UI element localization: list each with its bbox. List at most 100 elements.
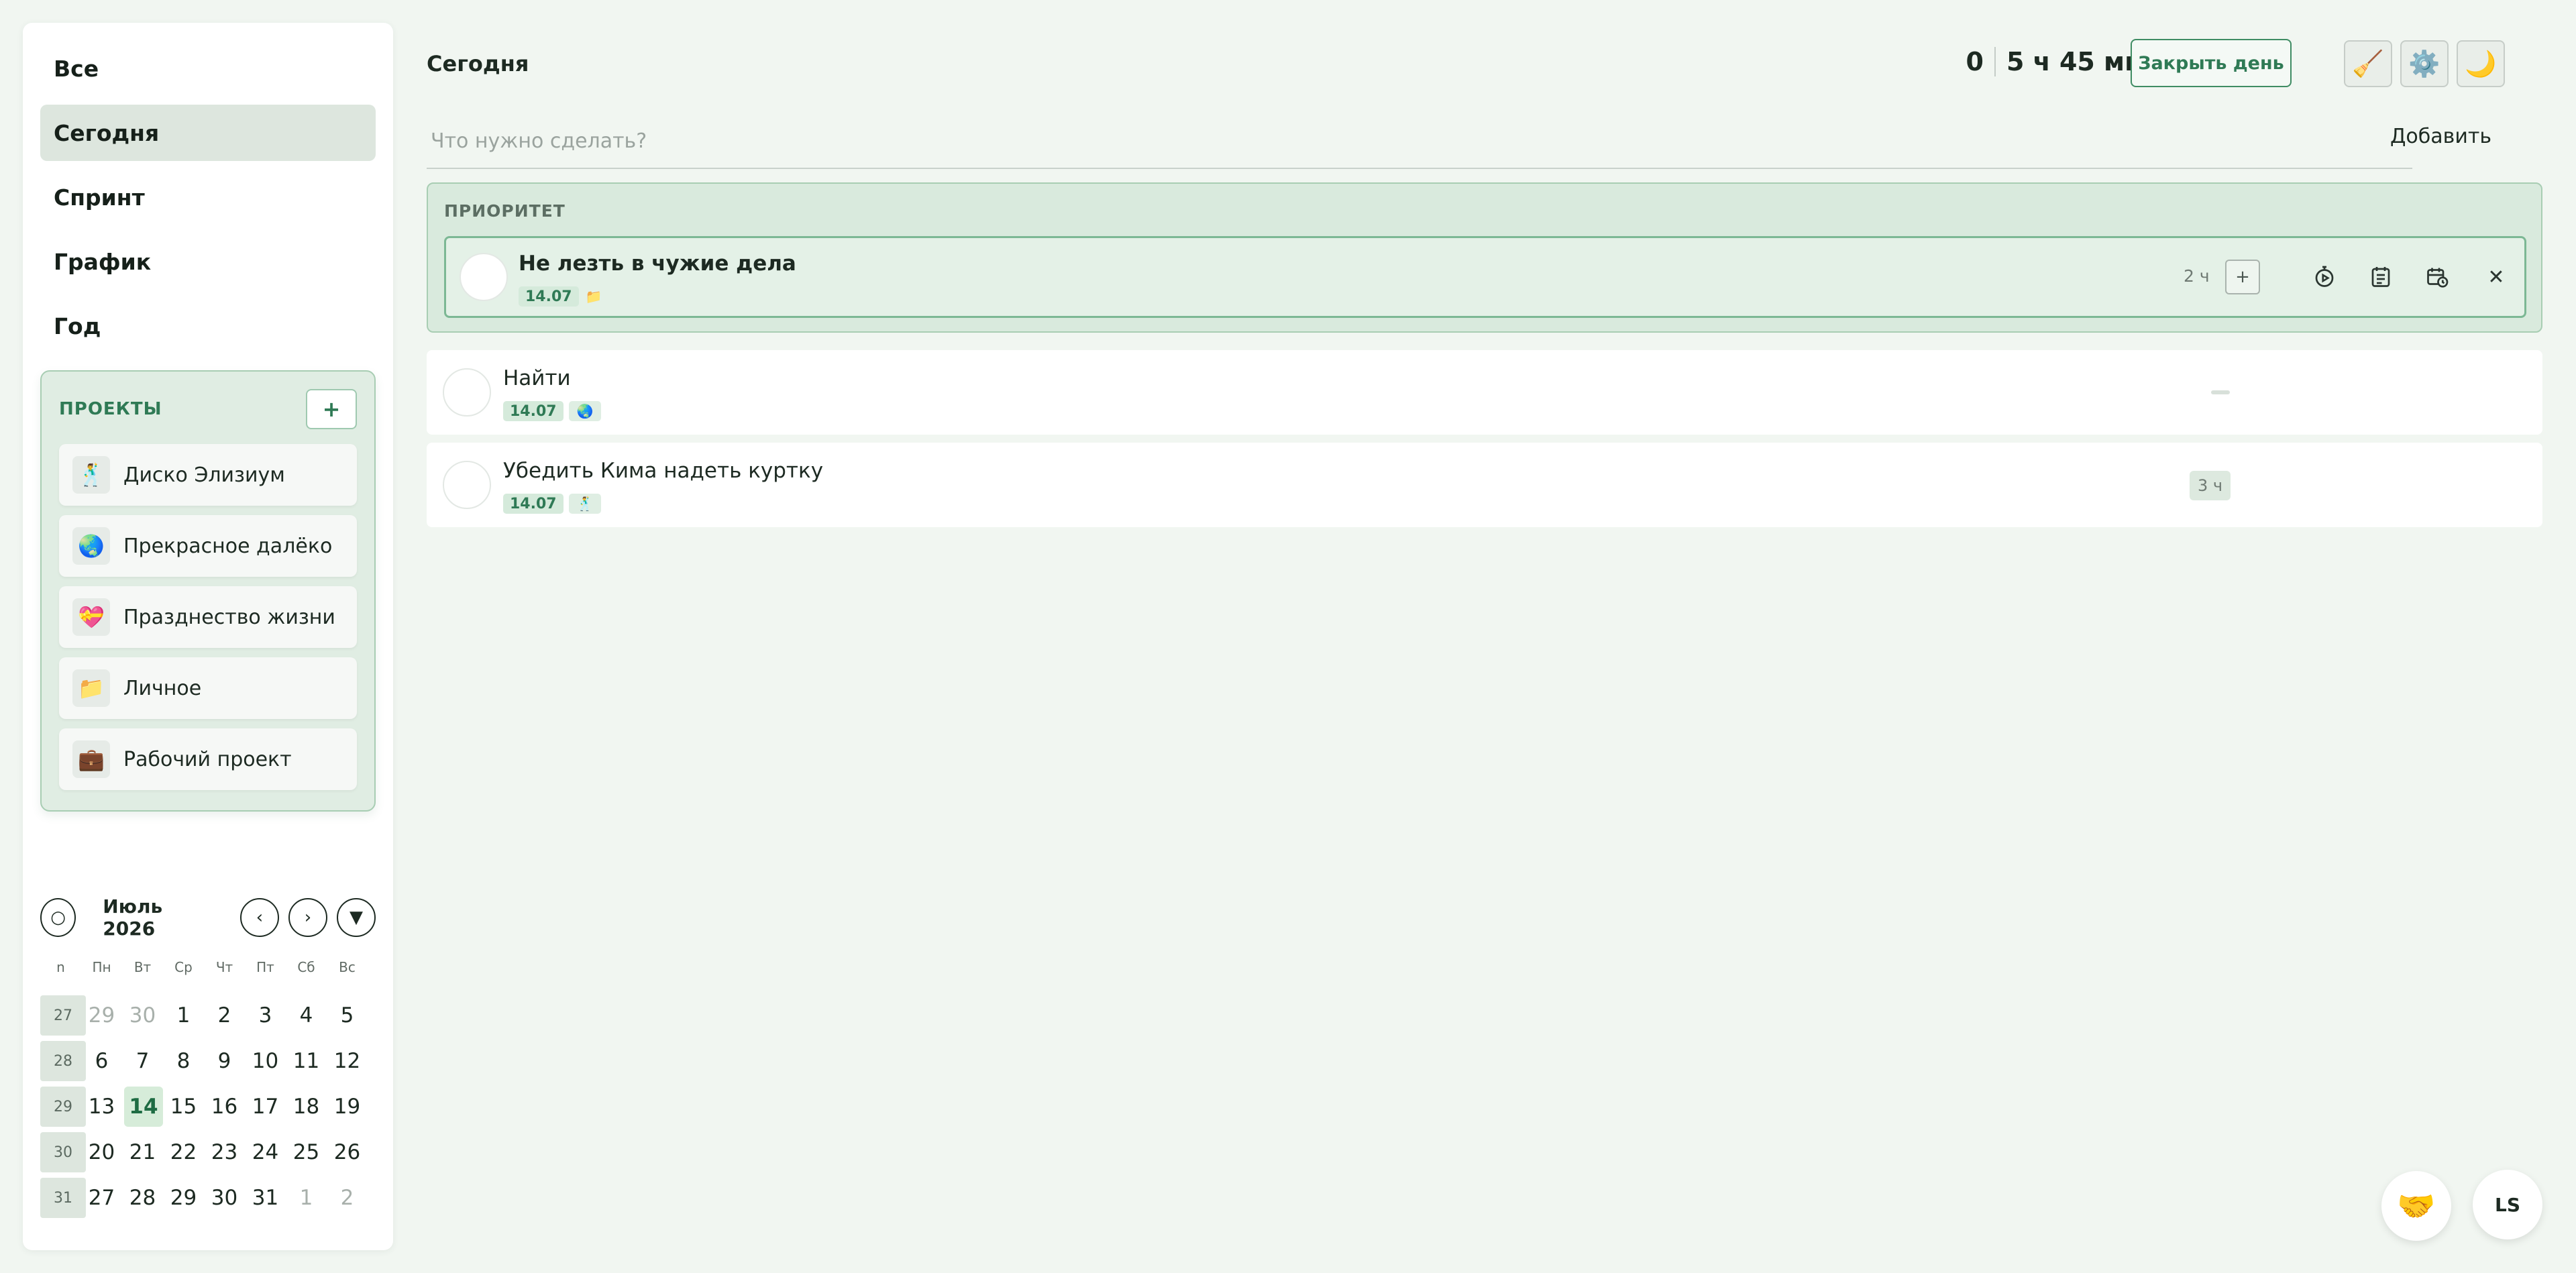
nav-item-year[interactable]: Год xyxy=(40,298,376,354)
calendar-day[interactable]: 4 xyxy=(286,995,327,1036)
calendar-day[interactable]: 12 xyxy=(327,1041,368,1081)
calendar-day[interactable]: 6 xyxy=(81,1041,122,1081)
project-label: Рабочий проект xyxy=(123,747,292,771)
task-date-tag: 14.07 xyxy=(519,286,579,307)
task-checkbox[interactable] xyxy=(460,253,508,301)
priority-task-card[interactable]: Не лезть в чужие дела 14.07 📁 2 ч + ✕ xyxy=(444,236,2526,318)
nav-item-all[interactable]: Все xyxy=(40,40,376,97)
projects-panel: ПРОЕКТЫ + 🕺 Диско Элизиум 🌏 Прекрасное д… xyxy=(40,370,376,812)
calendar-day[interactable]: 27 xyxy=(81,1178,122,1218)
calendar-day[interactable]: 11 xyxy=(286,1041,327,1081)
calendar-week-number[interactable]: 27 xyxy=(40,995,86,1036)
add-task-button[interactable]: Добавить xyxy=(2390,125,2491,148)
calendar-day[interactable]: 1 xyxy=(163,995,204,1036)
calendar-weekday-header: Пн xyxy=(92,959,111,975)
calendar-day[interactable]: 25 xyxy=(286,1132,327,1172)
folder-icon: 📁 xyxy=(72,669,110,707)
calendar-day[interactable]: 28 xyxy=(122,1178,163,1218)
calendar-day[interactable]: 29 xyxy=(163,1178,204,1218)
user-avatar[interactable]: LS xyxy=(2473,1170,2542,1239)
globe-icon: 🌏 xyxy=(569,401,601,421)
sidebar: Все Сегодня Спринт График Год ПРОЕКТЫ + … xyxy=(23,23,393,1250)
calendar-day[interactable]: 30 xyxy=(122,995,163,1036)
project-item[interactable]: 🌏 Прекрасное далёко xyxy=(59,515,357,577)
task-checkbox[interactable] xyxy=(443,368,491,417)
calendar-day[interactable]: 26 xyxy=(327,1132,368,1172)
main-area: Сегодня 0 5 ч 45 мин Закрыть день 🧹 ⚙️ 🌙… xyxy=(427,0,2542,1273)
add-project-button[interactable]: + xyxy=(306,389,357,429)
calendar-day[interactable]: 8 xyxy=(163,1041,204,1081)
calendar-nav: ‹ › ▼ xyxy=(240,898,376,937)
calendar-weekday-header: Вт xyxy=(133,959,152,975)
nav-item-today[interactable]: Сегодня xyxy=(40,105,376,161)
calendar-next-button[interactable]: › xyxy=(288,898,327,937)
calendar-day[interactable]: 2 xyxy=(204,995,245,1036)
calendar-week-number[interactable]: 30 xyxy=(40,1132,86,1172)
calendar-week-number[interactable]: 31 xyxy=(40,1178,86,1218)
task-card[interactable]: Убедить Кима надеть куртку 14.07 🕺 3 ч xyxy=(427,443,2542,527)
calendar-day[interactable]: 20 xyxy=(81,1132,122,1172)
calendar-today-button[interactable]: ○ xyxy=(40,898,76,937)
calendar-weekday-header: Чт xyxy=(215,959,233,975)
calendar-day[interactable]: 9 xyxy=(204,1041,245,1081)
calendar-day[interactable]: 30 xyxy=(204,1178,245,1218)
calendar-day[interactable]: 29 xyxy=(81,995,122,1036)
calendar-day[interactable]: 13 xyxy=(81,1087,122,1127)
calendar-header: ○ Июль 2026 ‹ › ▼ xyxy=(40,895,376,940)
projects-header: ПРОЕКТЫ + xyxy=(59,389,357,429)
calendar-day[interactable]: 10 xyxy=(245,1041,286,1081)
calendar-week-number[interactable]: 28 xyxy=(40,1041,86,1081)
task-checkbox[interactable] xyxy=(443,461,491,509)
timer-play-icon[interactable] xyxy=(2310,262,2339,292)
project-item[interactable]: 💼 Рабочий проект xyxy=(59,728,357,790)
nav-item-schedule[interactable]: График xyxy=(40,233,376,290)
calendar-day[interactable]: 31 xyxy=(245,1178,286,1218)
calendar-day[interactable]: 2 xyxy=(327,1178,368,1218)
notes-icon[interactable] xyxy=(2366,262,2396,292)
calendar-clock-icon[interactable] xyxy=(2422,262,2452,292)
calendar-day[interactable]: 1 xyxy=(286,1178,327,1218)
calendar-weekday-header: Сб xyxy=(297,959,315,975)
calendar-day[interactable]: 3 xyxy=(245,995,286,1036)
task-card[interactable]: Найти 14.07 🌏 xyxy=(427,350,2542,435)
calendar-day[interactable]: 22 xyxy=(163,1132,204,1172)
calendar-day[interactable]: 16 xyxy=(204,1087,245,1127)
calendar-day[interactable]: 24 xyxy=(245,1132,286,1172)
close-day-button[interactable]: Закрыть день xyxy=(2131,39,2292,87)
calendar-expand-button[interactable]: ▼ xyxy=(337,898,376,937)
globe-icon: 🌏 xyxy=(72,527,110,565)
calendar-week-number[interactable]: 29 xyxy=(40,1087,86,1127)
broom-icon[interactable]: 🧹 xyxy=(2344,40,2392,87)
calendar-day[interactable]: 5 xyxy=(327,995,368,1036)
calendar-weekday-header: Вс xyxy=(339,959,356,975)
calendar-day[interactable]: 14 xyxy=(124,1087,163,1127)
calendar-day[interactable]: 19 xyxy=(327,1087,368,1127)
calendar-day[interactable]: 17 xyxy=(245,1087,286,1127)
project-item[interactable]: 🕺 Диско Элизиум xyxy=(59,444,357,506)
nav-item-sprint[interactable]: Спринт xyxy=(40,169,376,225)
calendar-weekday-header: n xyxy=(56,959,65,975)
project-item[interactable]: 💝 Празднество жизни xyxy=(59,586,357,648)
task-estimate[interactable]: 3 ч xyxy=(2190,471,2231,500)
gear-icon[interactable]: ⚙️ xyxy=(2400,40,2449,87)
priority-section: ПРИОРИТЕТ Не лезть в чужие дела 14.07 📁 … xyxy=(427,182,2542,333)
calendar-day[interactable]: 18 xyxy=(286,1087,327,1127)
calendar-prev-button[interactable]: ‹ xyxy=(240,898,279,937)
briefcase-icon: 💼 xyxy=(72,740,110,778)
calendar-day[interactable]: 15 xyxy=(163,1087,204,1127)
calendar-day[interactable]: 7 xyxy=(122,1041,163,1081)
calendar-weekday-header: Ср xyxy=(174,959,193,975)
new-task-input[interactable] xyxy=(427,114,2412,169)
estimate-placeholder[interactable] xyxy=(2211,390,2230,394)
task-date-tag: 14.07 xyxy=(503,494,564,514)
project-item[interactable]: 📁 Личное xyxy=(59,657,357,719)
close-icon[interactable]: ✕ xyxy=(2481,262,2511,292)
add-time-button[interactable]: + xyxy=(2225,260,2260,294)
priority-title: ПРИОРИТЕТ xyxy=(444,201,566,221)
moon-icon[interactable]: 🌙 xyxy=(2457,40,2505,87)
calendar-day[interactable]: 23 xyxy=(204,1132,245,1172)
calendar-month-title: Июль 2026 xyxy=(103,895,163,940)
folder-icon: 📁 xyxy=(585,288,602,305)
calendar-day[interactable]: 21 xyxy=(122,1132,163,1172)
handshake-icon[interactable]: 🤝 xyxy=(2381,1171,2451,1241)
